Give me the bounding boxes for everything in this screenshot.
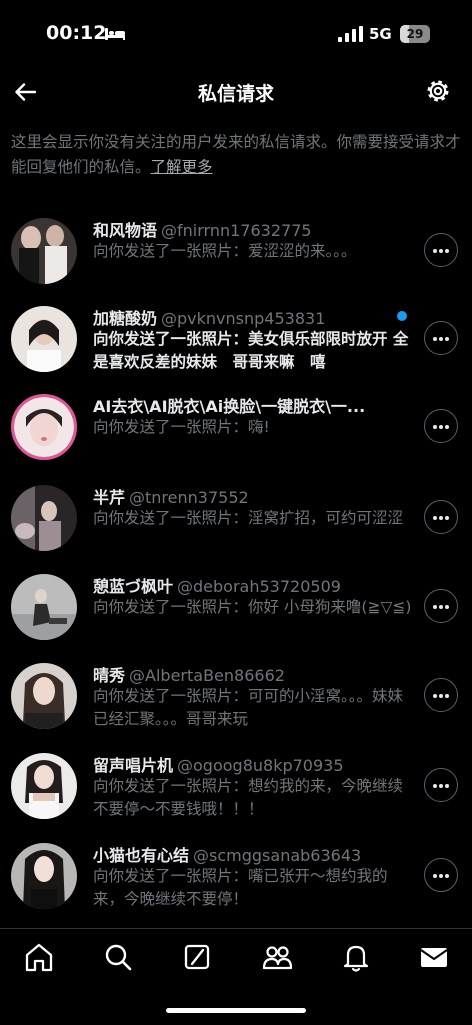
- sender-name: AI去衣\AI脱衣\Ai换脸\一键脱衣\一...: [93, 393, 413, 417]
- user-handle: @scmggsanab63643: [193, 846, 362, 865]
- request-row[interactable]: 小猫也有心结 @scmggsanab63643 向你发送了一张照片：嘴已张开～想约…: [0, 832, 472, 920]
- requests-notice: 这里会显示你没有关注的用户发来的私信请求。你需要接受请求才能回复他们的私信。了解…: [11, 130, 467, 180]
- header: 私信请求: [0, 70, 472, 114]
- bell-icon: [343, 945, 369, 972]
- user-handle: @pvknvnsnp453831: [161, 309, 326, 328]
- nav-home[interactable]: [19, 937, 59, 977]
- user-handle: @fnirrnn17632775: [161, 221, 312, 240]
- display-name: 加糖酸奶: [93, 309, 158, 328]
- nav-messages[interactable]: [414, 937, 454, 977]
- battery-icon: 29: [400, 25, 430, 43]
- battery-percent: 29: [406, 27, 424, 41]
- nav-communities[interactable]: [257, 937, 297, 977]
- page-title: 私信请求: [197, 83, 274, 105]
- more-options-button[interactable]: [424, 500, 458, 534]
- request-row[interactable]: 憩蓝づ枫叶 @deborah53720509 向你发送了一张照片：你好 小母狗来噜…: [0, 563, 472, 651]
- request-row[interactable]: 留声唱片机 @ogoog8u8kp70935 向你发送了一张照片：想约我的来，今晚…: [0, 742, 472, 830]
- more-options-button[interactable]: [424, 409, 458, 443]
- home-icon: [25, 943, 53, 972]
- request-row[interactable]: 半芹 @tnrenn37552 向你发送了一张照片：淫窝扩招，可约可涩涩: [0, 474, 472, 562]
- message-preview: 向你发送了一张照片：可可的小淫窝。。。妹妹已经汇聚。。。哥哥来玩: [93, 687, 404, 728]
- more-options-button[interactable]: [424, 858, 458, 892]
- message-preview: 向你发送了一张照片：爱涩涩的来。。。: [93, 242, 357, 260]
- display-name: 留声唱片机: [93, 756, 174, 775]
- request-row[interactable]: 晴秀 @AlbertaBen86662 向你发送了一张照片：可可的小淫窝。。。妹妹…: [0, 652, 472, 740]
- user-handle: @deborah53720509: [177, 577, 341, 596]
- message-preview: 向你发送了一张照片：淫窝扩招，可约可涩涩: [93, 509, 404, 527]
- communities-icon: [262, 946, 293, 970]
- grok-icon: [184, 944, 210, 970]
- sender-name: 晴秀 @AlbertaBen86662: [93, 662, 413, 686]
- avatar: [11, 574, 77, 640]
- sender-name: 留声唱片机 @ogoog8u8kp70935: [93, 752, 413, 776]
- avatar: [11, 306, 77, 372]
- display-name: 和风物语: [93, 221, 158, 240]
- search-icon: [105, 944, 132, 971]
- avatar: [11, 663, 77, 729]
- gear-icon: [427, 80, 449, 102]
- display-name: 憩蓝づ枫叶: [93, 577, 174, 596]
- unread-indicator: [397, 311, 407, 321]
- more-options-button[interactable]: [424, 321, 458, 355]
- request-row[interactable]: 和风物语 @fnirrnn17632775 向你发送了一张照片：爱涩涩的来。。。: [0, 207, 472, 295]
- cellular-signal-icon: [338, 26, 363, 42]
- sleep-focus-icon: [105, 28, 125, 40]
- sender-name: 半芹 @tnrenn37552: [93, 484, 413, 508]
- avatar: [11, 394, 77, 460]
- home-indicator[interactable]: [166, 1008, 306, 1013]
- message-preview: 向你发送了一张照片：你好 小母狗来噜(≧▽≦): [93, 598, 412, 616]
- more-options-button[interactable]: [424, 589, 458, 623]
- more-options-button[interactable]: [424, 768, 458, 802]
- display-name: 晴秀: [93, 666, 126, 685]
- message-preview: 向你发送了一张照片：想约我的来，今晚继续不要停～不要钱哦！！！: [93, 777, 404, 818]
- nav-grok[interactable]: [177, 937, 217, 977]
- notice-text: 这里会显示你没有关注的用户发来的私信请求。你需要接受请求才能回复他们的私信。: [11, 133, 461, 176]
- more-options-button[interactable]: [424, 233, 458, 267]
- settings-button[interactable]: [424, 77, 452, 105]
- sender-name: 和风物语 @fnirrnn17632775: [93, 217, 413, 241]
- nav-notifications[interactable]: [336, 937, 376, 977]
- sender-name: 憩蓝づ枫叶 @deborah53720509: [93, 573, 413, 597]
- avatar: [11, 753, 77, 819]
- avatar: [11, 485, 77, 551]
- more-options-button[interactable]: [424, 678, 458, 712]
- avatar: [11, 218, 77, 284]
- display-name: 半芹: [93, 488, 126, 507]
- status-bar: 00:12 5G 29: [0, 0, 472, 70]
- learn-more-link[interactable]: 了解更多: [151, 158, 213, 176]
- display-name: AI去衣\AI脱衣\Ai换脸\一键脱衣\一...: [93, 397, 366, 416]
- user-handle: @AlbertaBen86662: [129, 666, 285, 685]
- request-row[interactable]: AI去衣\AI脱衣\Ai换脸\一键脱衣\一... 向你发送了一张照片：嗨!: [0, 383, 472, 471]
- message-preview: 向你发送了一张照片：嗨!: [93, 418, 270, 436]
- sender-name: 小猫也有心结 @scmggsanab63643: [93, 842, 413, 866]
- sender-name: 加糖酸奶 @pvknvnsnp453831: [93, 305, 413, 329]
- network-type: 5G: [369, 25, 392, 43]
- user-handle: @ogoog8u8kp70935: [177, 756, 344, 775]
- status-time: 00:12: [46, 22, 107, 44]
- envelope-icon: [420, 948, 448, 967]
- nav-search[interactable]: [98, 937, 138, 977]
- message-preview: 向你发送了一张照片：嘴已张开～想约我的来，今晚继续不要停！: [93, 867, 388, 908]
- message-preview: 向你发送了一张照片：美女俱乐部限时放开 全是喜欢反差的妹妹 哥哥来嘛 嘻: [93, 330, 409, 371]
- request-row[interactable]: 加糖酸奶 @pvknvnsnp453831 向你发送了一张照片：美女俱乐部限时放开…: [0, 295, 472, 383]
- avatar: [11, 843, 77, 909]
- user-handle: @tnrenn37552: [129, 488, 249, 507]
- display-name: 小猫也有心结: [93, 846, 190, 865]
